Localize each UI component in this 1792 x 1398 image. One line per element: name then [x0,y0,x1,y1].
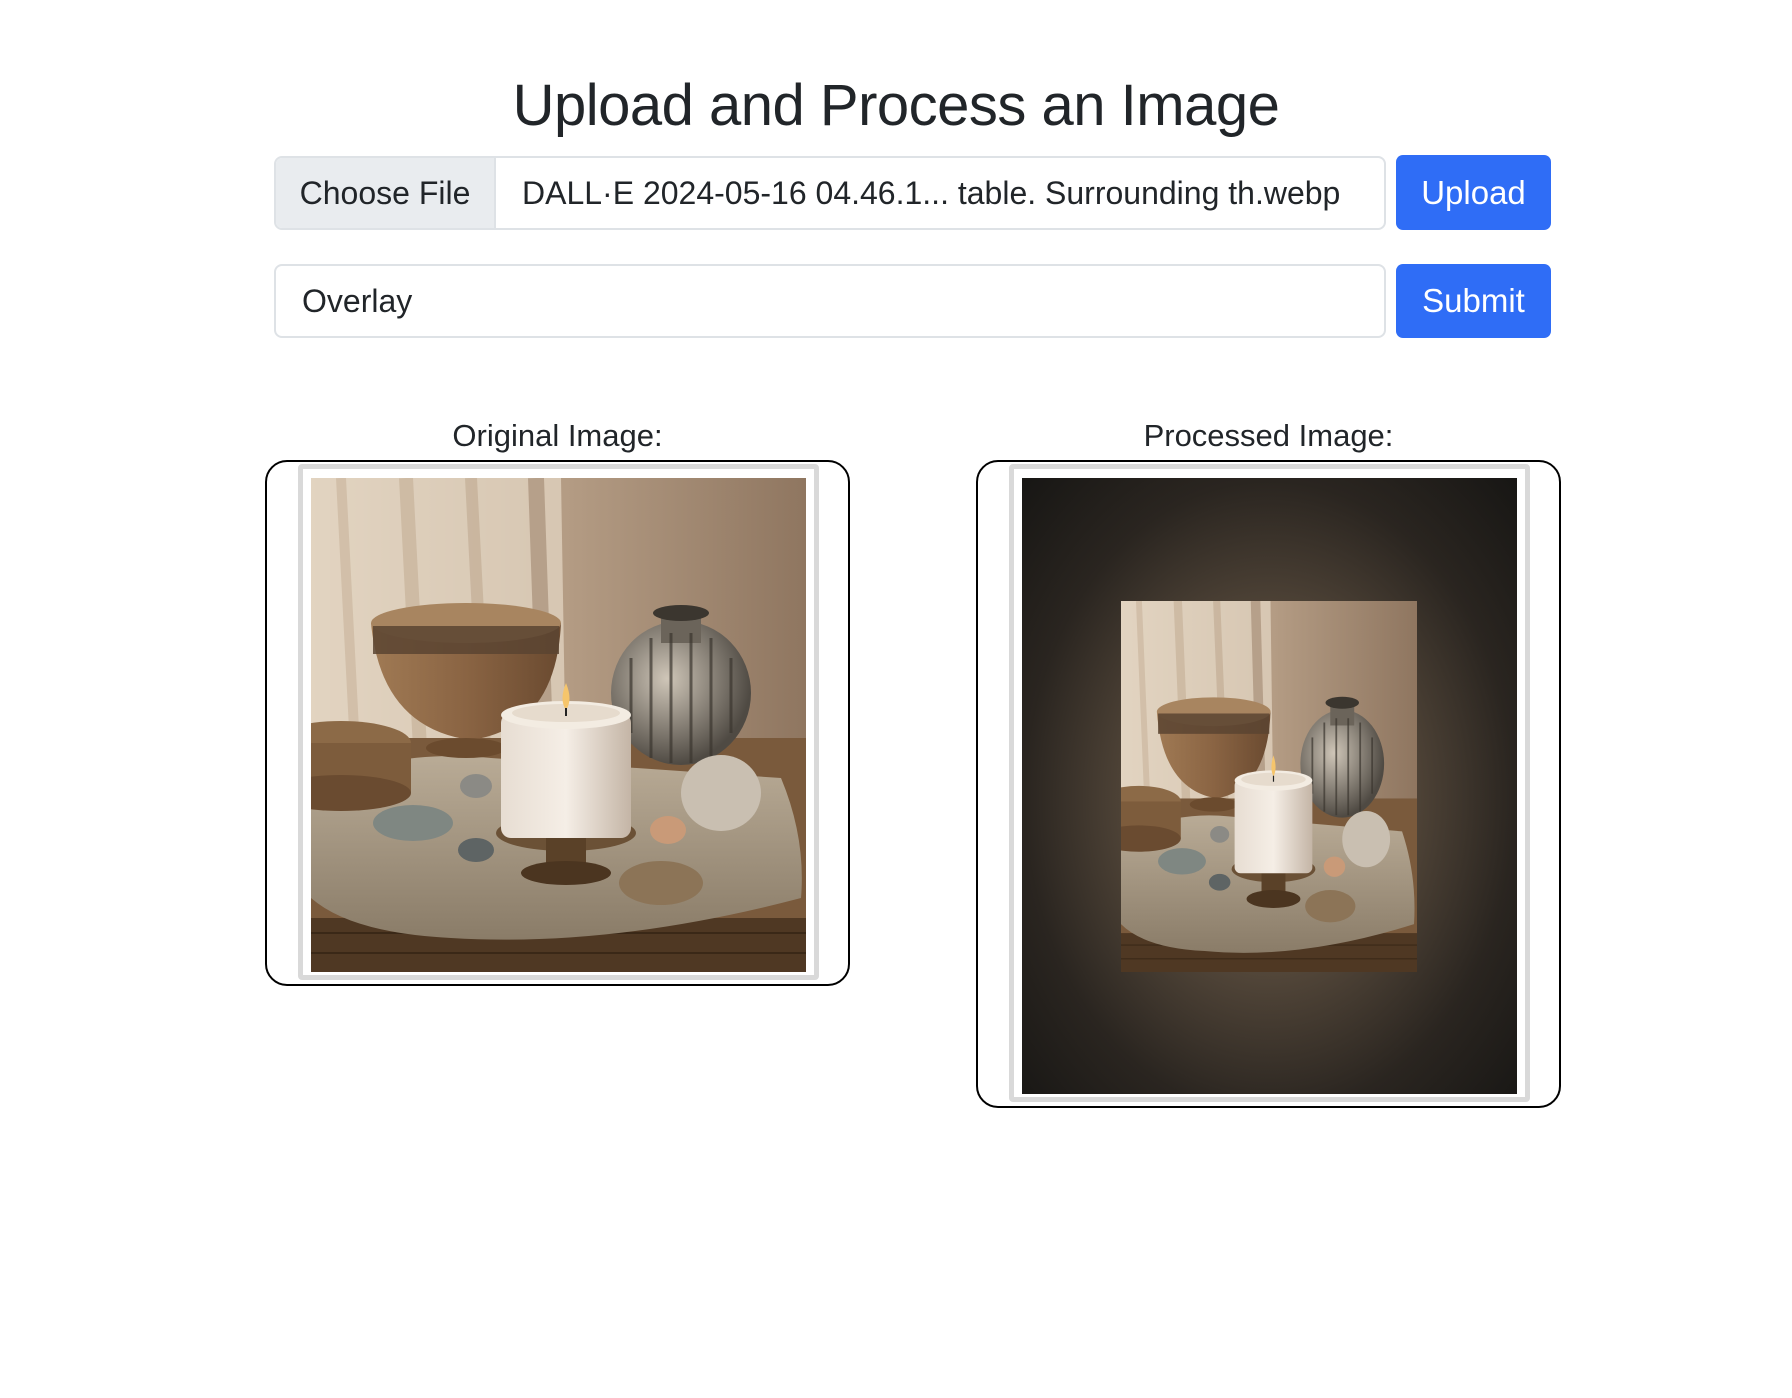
original-image-card [265,460,850,986]
choose-file-button[interactable]: Choose File [276,158,496,228]
original-image-caption: Original Image: [452,418,663,453]
processed-image-thumbnail [1009,464,1530,1102]
processed-image [1022,478,1517,1094]
selected-file-name: DALL·E 2024-05-16 04.46.1... table. Surr… [522,174,1341,211]
processed-image-caption: Processed Image: [1143,418,1394,453]
processed-image-card [976,460,1561,1108]
original-image [311,478,806,972]
file-input[interactable]: Choose File DALL·E 2024-05-16 04.46.1...… [274,156,1386,230]
filter-input[interactable]: Overlay [274,264,1386,338]
page-title: Upload and Process an Image [512,73,1280,138]
original-image-thumbnail [298,464,819,980]
processed-inner-photo [1121,601,1417,972]
submit-button[interactable]: Submit [1396,264,1551,338]
upload-button[interactable]: Upload [1396,155,1551,230]
